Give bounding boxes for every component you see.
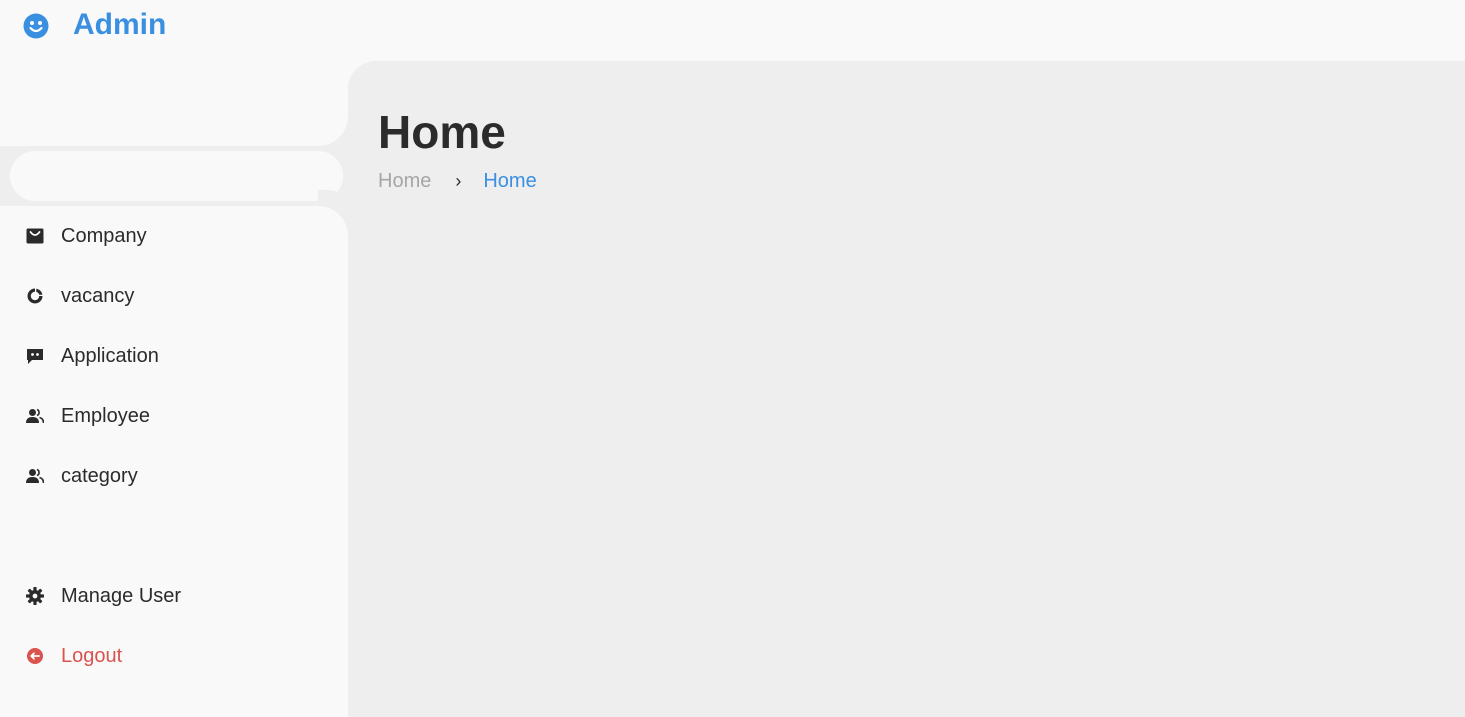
sidebar-item-label: Company (61, 224, 147, 247)
page-title: Home (378, 106, 506, 158)
brand-title[interactable]: Admin (73, 7, 166, 43)
people-icon (26, 407, 44, 425)
sidebar-item-label: Logout (61, 644, 123, 667)
shopping-bag-icon (26, 227, 44, 245)
people-icon (26, 467, 44, 485)
sidebar-item-label: Employee (61, 404, 150, 427)
sidebar-item-logout[interactable]: Logout (0, 626, 348, 686)
breadcrumb: Home › Home (378, 170, 537, 193)
chat-bubble-icon (26, 347, 44, 365)
sidebar-item-label: Manage User (61, 584, 182, 607)
sidebar-active-highlight (0, 146, 348, 206)
breadcrumb-home-link[interactable]: Home (378, 170, 431, 193)
logout-icon (26, 647, 44, 665)
pie-chart-icon (26, 287, 44, 305)
sidebar-item-vacancy[interactable]: vacancy (0, 266, 348, 326)
sidebar: Company vacancy Application Employee cat… (0, 60, 348, 717)
sidebar-item-category[interactable]: category (0, 446, 348, 506)
breadcrumb-separator: › (455, 171, 462, 191)
smiley-icon (23, 13, 49, 39)
sidebar-item-label: vacancy (61, 284, 135, 307)
sidebar-item-application[interactable]: Application (0, 326, 348, 386)
gear-icon (26, 587, 44, 605)
sidebar-item-label: Application (61, 344, 159, 367)
breadcrumb-current: Home (483, 170, 537, 192)
sidebar-item-company[interactable]: Company (0, 206, 348, 266)
sidebar-item-label: category (61, 464, 138, 487)
sidebar-item-employee[interactable]: Employee (0, 386, 348, 446)
sidebar-item-manage-user[interactable]: Manage User (0, 566, 348, 626)
main-content: Home Home › Home (348, 61, 1465, 717)
sidebar-pill[interactable] (10, 151, 343, 201)
